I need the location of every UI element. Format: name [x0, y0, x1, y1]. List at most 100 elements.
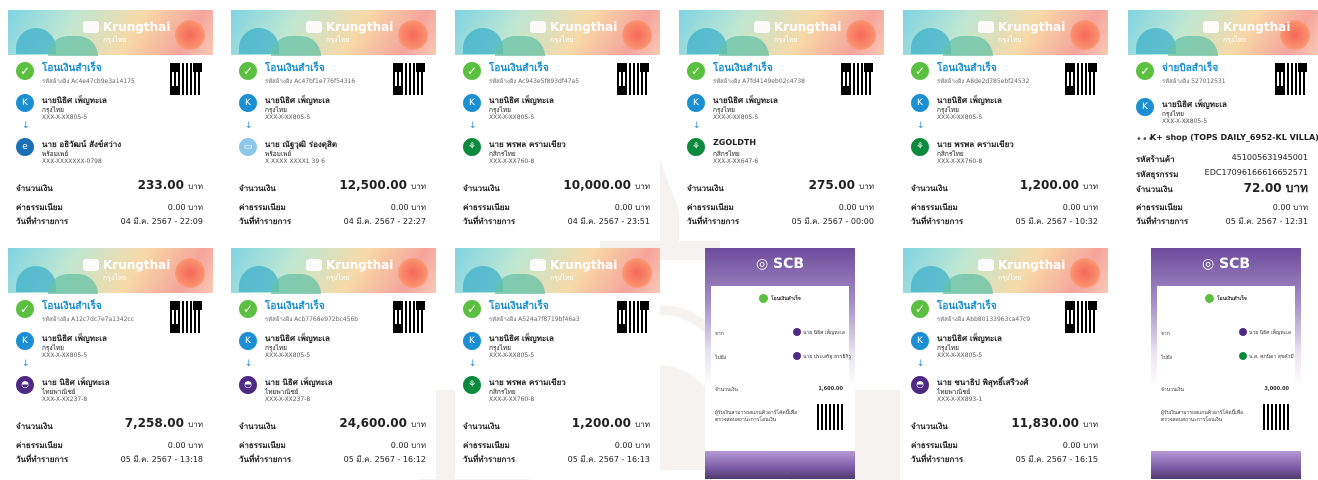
fee-row: ค่าธรรมเนียม 0.00 บาท [687, 203, 874, 212]
qr-code-icon [169, 62, 203, 96]
transfer-slip: Krungthai กรุงไทย ✓ โอนเงินสำเร็จ รหัสอ้… [231, 10, 436, 241]
slip-banner: Krungthai กรุงไทย [679, 10, 884, 56]
scb-card: โอนเงินสำเร็จ จาก นาย นิธิศ เพ็ญทะเล ไปย… [1157, 286, 1295, 453]
slip-banner: Krungthai กรุงไทย [231, 10, 436, 56]
qr-code-icon [1064, 62, 1098, 96]
receiver-account: XXX-XXXXXXX-0798 [42, 158, 102, 165]
amount-value: 1,200.00 บาท [571, 416, 650, 430]
scb-bank-icon: ◓ [911, 376, 929, 394]
success-check-icon: ✓ [239, 300, 257, 318]
krungthai-bank-icon: K [687, 94, 705, 112]
arrow-down-icon: ↓ [22, 121, 30, 131]
qr-code-icon [817, 404, 843, 430]
amount-value: 233.00 บาท [137, 178, 203, 192]
transfer-slip: Krungthai กรุงไทย ✓ โอนเงินสำเร็จ รหัสอ้… [455, 248, 660, 479]
krungthai-logo: Krungthai กรุงไทย [978, 258, 1065, 282]
fee-row: ค่าธรรมเนียม 0.00 บาท [16, 441, 203, 450]
krungthai-logo: Krungthai กรุงไทย [530, 258, 617, 282]
slip-banner: Krungthai กรุงไทย [1128, 10, 1318, 56]
bill-payment-slip: Krungthai กรุงไทย ✓ จ่ายบิลสำเร็จ รหัสอ้… [1128, 10, 1318, 241]
slip-banner: Krungthai กรุงไทย [8, 248, 213, 294]
slip-title: โอนเงินสำเร็จ [489, 301, 549, 312]
amount-row: จำนวนเงิน 275.00 บาท [687, 178, 874, 193]
slip-title: โอนเงินสำเร็จ [42, 63, 102, 74]
slip-reference: รหัสอ้างอิง Ac47bf1e776f54316 [265, 78, 356, 85]
success-check-icon: ✓ [687, 62, 705, 80]
sender-account: XXX-X-XX805-5 [713, 114, 759, 121]
amount-value: 11,830.00 บาท [1011, 416, 1098, 430]
krungthai-bank-icon: K [911, 332, 929, 350]
slip-title: โอนเงินสำเร็จ [937, 63, 997, 74]
receiver-account: XXX-X-XX760-8 [937, 158, 983, 165]
fee-row: ค่าธรรมเนียม 0.00 บาท [911, 203, 1098, 212]
slip-title: โอนเงินสำเร็จ [265, 301, 325, 312]
bill-row: ค่าธรรมเนียม 0.00 บาท [1136, 203, 1308, 212]
amount-row: จำนวนเงิน 10,000.00 บาท [463, 178, 650, 193]
receiver-account: XXX-X-XX237-8 [42, 396, 88, 403]
id-card-icon: ▭ [239, 138, 257, 156]
krungthai-bank-icon: K [1136, 98, 1154, 116]
scb-footer-illustration [705, 451, 855, 479]
arrow-down-icon: ↓ [693, 121, 701, 131]
receiver-account: XXX-X-XX237-8 [265, 396, 311, 403]
qr-code-icon [392, 300, 426, 334]
slip-banner: Krungthai กรุงไทย [455, 10, 660, 56]
receiver-account: XXX-X-XX760-8 [489, 158, 535, 165]
date-row: วันที่ทำรายการ 05 มี.ค. 2567 - 10:32 [911, 217, 1098, 226]
fee-row: ค่าธรรมเนียม 0.00 บาท [239, 203, 426, 212]
transfer-slip: Krungthai กรุงไทย ✓ โอนเงินสำเร็จ รหัสอ้… [455, 10, 660, 241]
transfer-slip: Krungthai กรุงไทย ✓ โอนเงินสำเร็จ รหัสอ้… [231, 248, 436, 479]
date-row: วันที่ทำรายการ 05 มี.ค. 2567 - 13:18 [16, 455, 203, 464]
arrow-down-icon: ↓ [22, 359, 30, 369]
krungthai-bank-icon: K [16, 332, 34, 350]
success-check-icon: ✓ [463, 62, 481, 80]
receiver-account: X XXXX XXXX1 39 6 [265, 158, 325, 165]
date-row: วันที่ทำรายการ 05 มี.ค. 2567 - 16:15 [911, 455, 1098, 464]
success-check-icon [1205, 294, 1214, 303]
success-check-icon: ✓ [463, 300, 481, 318]
krungthai-logo: Krungthai กรุงไทย [306, 20, 393, 44]
krungthai-logo: Krungthai กรุงไทย [754, 20, 841, 44]
arrow-down-icon: ↓ [245, 359, 253, 369]
krungthai-bank-icon: K [463, 332, 481, 350]
slip-banner: Krungthai กรุงไทย [231, 248, 436, 294]
slip-reference: รหัสอ้างอิง A12c7dc7e7a1342cc [42, 316, 135, 323]
sender-account: XXX-X-XX805-5 [42, 114, 88, 121]
krungthai-bank-icon: K [463, 94, 481, 112]
amount-row: จำนวนเงิน 24,600.00 บาท [239, 416, 426, 431]
scb-slip-2: ◎ SCB โอนเงินสำเร็จ จาก นาย นิธิศ เพ็ญทะ… [1151, 248, 1301, 479]
success-check-icon: ✓ [911, 62, 929, 80]
transfer-slip: Krungthai กรุงไทย ✓ โอนเงินสำเร็จ รหัสอ้… [903, 10, 1108, 241]
date-row: วันที่ทำรายการ 05 มี.ค. 2567 - 16:12 [239, 455, 426, 464]
receiver-account: XXX-X-XX893-1 [937, 396, 983, 403]
arrow-down-icon: ↓ [469, 359, 477, 369]
sender-account: XXX-X-XX805-5 [489, 114, 535, 121]
bill-row: รหัสร้านค้า 451005631945001 [1136, 153, 1308, 164]
scb-logo: ◎ SCB [1201, 256, 1251, 272]
slip-reference: รหัสอ้างอิง A8de2d785ebf24532 [937, 78, 1030, 85]
amount-row: จำนวนเงิน 233.00 บาท [16, 178, 203, 193]
fee-row: ค่าธรรมเนียม 0.00 บาท [16, 203, 203, 212]
amount-row: จำนวนเงิน 1,200.00 บาท [463, 416, 650, 431]
sender-account: XXX-X-XX805-5 [42, 352, 88, 359]
sender-account: XXX-X-XX805-5 [489, 352, 535, 359]
bill-row: วันที่ทำรายการ 05 มี.ค. 2567 - 12:31 [1136, 217, 1308, 226]
receiver-bank-icon [793, 352, 801, 360]
success-check-icon: ✓ [911, 300, 929, 318]
receiver-name: ZGOLDTH [713, 138, 757, 147]
kasikorn-bank-icon: ⚘ [911, 138, 929, 156]
slip-banner: Krungthai กรุงไทย [455, 248, 660, 294]
qr-code-icon [1274, 62, 1308, 96]
qr-code-icon [840, 62, 874, 96]
success-check-icon: ✓ [16, 300, 34, 318]
sender-account: XXX-X-XX805-5 [265, 352, 311, 359]
qr-code-icon [169, 300, 203, 334]
krungthai-logo: Krungthai กรุงไทย [978, 20, 1065, 44]
slip-banner: Krungthai กรุงไทย [8, 10, 213, 56]
krungthai-bank-icon: K [239, 332, 257, 350]
arrow-down-icon: ↓ [469, 121, 477, 131]
sender-account: XXX-X-XX805-5 [265, 114, 311, 121]
qr-code-icon [1263, 404, 1289, 430]
slip-reference: รหัสอ้างอิง Abb80133963ca47c9 [937, 316, 1031, 323]
amount-value: 24,600.00 บาท [339, 416, 426, 430]
